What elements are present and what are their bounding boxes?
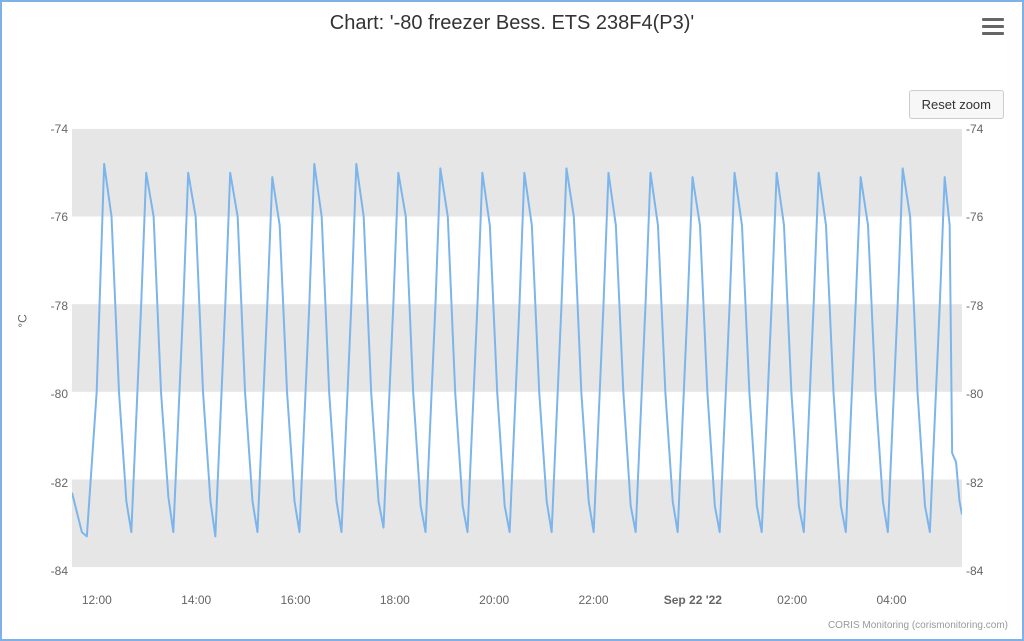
x-tick-label: 12:00 <box>82 593 112 607</box>
y-tick-label: -82 <box>51 476 68 490</box>
chart-frame: Chart: '-80 freezer Bess. ETS 238F4(P3)'… <box>0 0 1024 641</box>
y-tick-label: -76 <box>966 210 983 224</box>
y-tick-label: -78 <box>966 299 983 313</box>
y-tick-label: -78 <box>51 299 68 313</box>
x-tick-label: 18:00 <box>380 593 410 607</box>
x-tick-label: Sep 22 '22 <box>664 593 722 607</box>
y-tick-label: -74 <box>966 122 983 136</box>
x-tick-label: 04:00 <box>876 593 906 607</box>
chart-menu-icon[interactable] <box>982 18 1004 36</box>
x-tick-label: 02:00 <box>777 593 807 607</box>
y-tick-label: -84 <box>51 564 68 578</box>
x-tick-label: 16:00 <box>280 593 310 607</box>
y-tick-label: -82 <box>966 476 983 490</box>
chart-title: Chart: '-80 freezer Bess. ETS 238F4(P3)' <box>2 12 1022 35</box>
y-tick-label: -76 <box>51 210 68 224</box>
reset-zoom-button[interactable]: Reset zoom <box>909 90 1004 119</box>
credits-link[interactable]: CORIS Monitoring (corismonitoring.com) <box>828 620 1008 631</box>
chart-svg <box>72 107 962 589</box>
y-tick-label: -74 <box>51 122 68 136</box>
y-tick-label: -80 <box>966 387 983 401</box>
y-tick-label: -84 <box>966 564 983 578</box>
y-tick-label: -80 <box>51 387 68 401</box>
x-tick-label: 20:00 <box>479 593 509 607</box>
x-tick-label: 14:00 <box>181 593 211 607</box>
chart-plot-area[interactable] <box>72 107 962 589</box>
x-tick-label: 22:00 <box>578 593 608 607</box>
y-axis-label: °C <box>16 314 30 327</box>
